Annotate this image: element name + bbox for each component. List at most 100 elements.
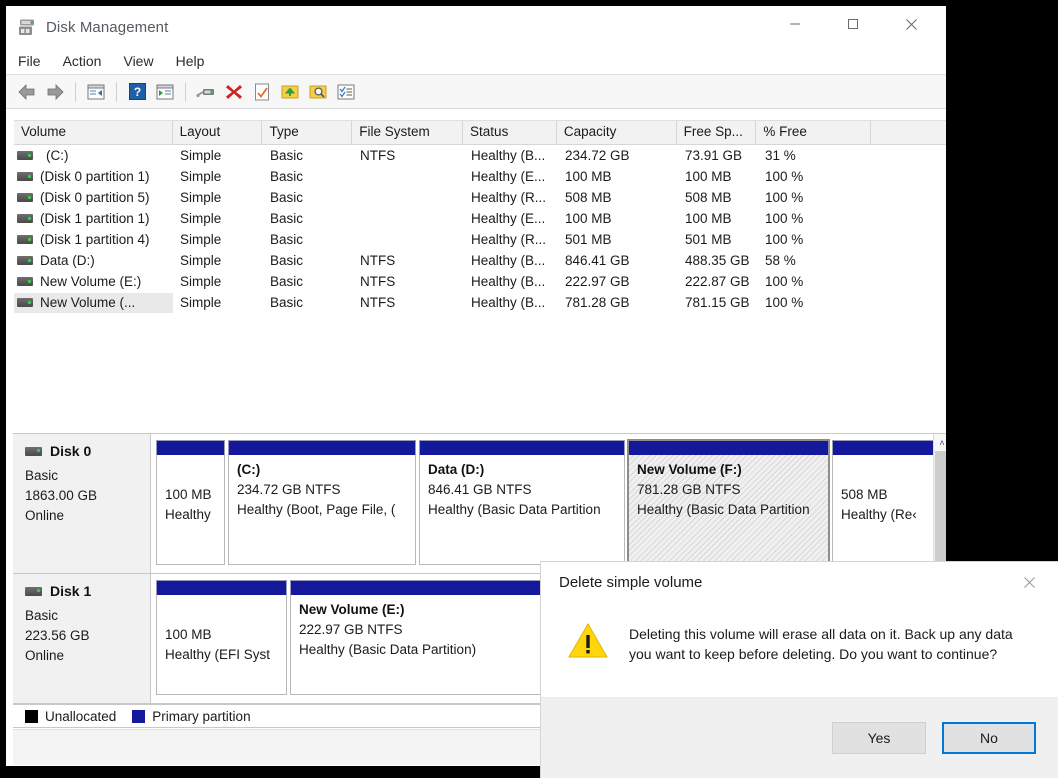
yes-button[interactable]: Yes — [832, 722, 926, 754]
partition-block[interactable]: 100 MB Healthy (EFI Syst — [156, 580, 287, 695]
toolbar-separator — [185, 81, 186, 102]
partition-block[interactable]: New Volume (E:) 222.97 GB NTFS Healthy (Ba… — [290, 580, 544, 695]
volume-cell-volume: (Disk 0 partition 5) — [14, 188, 173, 208]
disk-name: Disk 0 — [50, 443, 92, 459]
red-x-icon[interactable] — [221, 79, 247, 105]
partition-details: (C:) 234.72 GB NTFS Healthy (Boot, Page Fi… — [228, 455, 416, 565]
volume-cell-percent-free: 100 % — [765, 232, 804, 247]
column-header-volume[interactable]: Volume — [14, 121, 173, 144]
volume-row[interactable]: (Disk 0 partition 1) Simple Basic Healthy (… — [14, 166, 946, 187]
partition-status: Healthy (Basic Data Partition — [637, 502, 810, 517]
partition-size-fs: 781.28 GB NTFS — [637, 482, 741, 497]
volume-cell-file-system: NTFS — [360, 274, 396, 289]
dialog-title-bar: Delete simple volume — [541, 562, 1058, 608]
volume-cell-status: Healthy (B... — [471, 148, 546, 163]
volume-list-header: Volume Layout Type File System Status Ca… — [14, 120, 946, 145]
volume-list[interactable]: Volume Layout Type File System Status Ca… — [13, 119, 946, 431]
volume-cell-layout: Simple — [180, 169, 222, 184]
partition-block[interactable]: (C:) 234.72 GB NTFS Healthy (Boot, Page Fi… — [228, 440, 416, 565]
volume-label: (Disk 0 partition 5) — [40, 190, 150, 205]
back-button[interactable] — [14, 79, 40, 105]
disk-drive-icon — [18, 19, 38, 36]
question-mark-icon[interactable]: ? — [124, 79, 150, 105]
column-header-percent-free[interactable]: % Free — [756, 121, 872, 144]
yellow-folder-up-icon[interactable] — [277, 79, 303, 105]
volume-cell-volume: Data (D:) — [14, 251, 173, 271]
partition-block[interactable]: New Volume (F:) 781.28 GB NTFS Healthy (Ba… — [627, 439, 830, 566]
menu-item-file[interactable]: File — [18, 51, 53, 71]
maximize-button[interactable] — [830, 6, 876, 42]
checked-page-icon[interactable] — [249, 79, 275, 105]
volume-row[interactable]: New Volume (E:) Simple Basic NTFS Healthy (B… — [14, 271, 946, 292]
volume-cell-volume: (C:) — [14, 146, 173, 166]
console-tree-icon[interactable] — [83, 79, 109, 105]
column-header-file-system[interactable]: File System — [352, 121, 464, 144]
volume-row[interactable]: Data (D:) Simple Basic NTFS Healthy (B... 846… — [14, 250, 946, 271]
volume-cell-layout: Simple — [180, 253, 222, 268]
disk-state: Online — [25, 648, 65, 663]
partition-details: New Volume (F:) 781.28 GB NTFS Healthy (Ba… — [628, 455, 829, 565]
volume-row[interactable]: (Disk 1 partition 1) Simple Basic Healthy (… — [14, 208, 946, 229]
volume-cell-status: Healthy (B... — [471, 274, 546, 289]
volume-cell-layout: Simple — [180, 295, 222, 310]
menu-item-view[interactable]: View — [123, 51, 165, 71]
volume-label: (Disk 1 partition 4) — [40, 232, 150, 247]
partition-color-bar — [419, 440, 625, 455]
partition-block[interactable]: 100 MB Healthy — [156, 440, 225, 565]
volume-label: (Disk 1 partition 1) — [40, 211, 150, 226]
screen: Disk Management File Action View Help ? … — [0, 0, 1058, 778]
volume-disk-icon — [17, 172, 33, 181]
volume-disk-icon — [17, 235, 33, 244]
volume-cell-volume: (Disk 1 partition 1) — [14, 209, 173, 229]
forward-button[interactable] — [42, 79, 68, 105]
volume-cell-status: Healthy (B... — [471, 253, 546, 268]
disk-info-panel[interactable]: Disk 0 Basic 1863.00 GB Online — [13, 434, 151, 573]
menu-item-action[interactable]: Action — [63, 51, 114, 71]
volume-cell-percent-free: 100 % — [765, 190, 804, 205]
disk-name: Disk 1 — [50, 583, 92, 599]
disk-partition-strip: 100 MB Healthy (C:) 234.72 GB NTFS Healthy (… — [151, 434, 946, 573]
action-pane-icon[interactable] — [152, 79, 178, 105]
volume-cell-volume: (Disk 1 partition 4) — [14, 230, 173, 250]
volume-label: (C:) — [46, 148, 69, 163]
disk-info-panel[interactable]: Disk 1 Basic 223.56 GB Online — [13, 574, 151, 703]
volume-cell-free-space: 100 MB — [685, 211, 732, 226]
partition-title: (C:) — [237, 462, 261, 477]
folder-magnifier-icon[interactable] — [305, 79, 331, 105]
volume-cell-free-space: 781.15 GB — [685, 295, 750, 310]
volume-cell-capacity: 781.28 GB — [565, 295, 630, 310]
column-header-free-space[interactable]: Free Sp... — [676, 121, 757, 144]
volume-row[interactable]: (C:) Simple Basic NTFS Healthy (B... 234.72 G… — [14, 145, 946, 166]
column-header-type[interactable]: Type — [262, 121, 353, 144]
minimize-button[interactable] — [772, 6, 818, 42]
volume-cell-status: Healthy (E... — [471, 169, 546, 184]
rescan-disks-icon[interactable] — [193, 79, 219, 105]
partition-details: Data (D:) 846.41 GB NTFS Healthy (Basic Da… — [419, 455, 625, 565]
partition-title: New Volume (F:) — [637, 462, 742, 477]
column-header-status[interactable]: Status — [463, 121, 557, 144]
volume-row[interactable]: (Disk 1 partition 4) Simple Basic Healthy (… — [14, 229, 946, 250]
disk-drive-icon — [25, 586, 42, 596]
no-button[interactable]: No — [942, 722, 1036, 754]
column-header-blank[interactable] — [871, 121, 946, 144]
svg-text:?: ? — [133, 85, 140, 99]
volume-cell-file-system: NTFS — [360, 295, 396, 310]
disk-drive-icon — [25, 446, 42, 456]
volume-cell-free-space: 73.91 GB — [685, 148, 743, 163]
column-header-capacity[interactable]: Capacity — [556, 121, 677, 144]
partition-block[interactable]: 508 MB Healthy (Re‹ — [832, 440, 937, 565]
partition-block[interactable]: Data (D:) 846.41 GB NTFS Healthy (Basic Da… — [419, 440, 625, 565]
scroll-up-arrow-icon[interactable]: ˄ — [934, 434, 946, 451]
dialog-close-icon[interactable] — [1008, 566, 1050, 598]
scrollbar-thumb[interactable] — [935, 451, 946, 579]
column-header-layout[interactable]: Layout — [172, 121, 263, 144]
volume-row[interactable]: New Volume (... Simple Basic NTFS Healthy (B… — [14, 292, 946, 313]
disk-size: 223.56 GB — [25, 628, 90, 643]
volume-row[interactable]: (Disk 0 partition 5) Simple Basic Healthy (… — [14, 187, 946, 208]
close-button[interactable] — [888, 6, 934, 42]
delete-simple-volume-dialog: Delete simple volume Deleting this volum… — [541, 562, 1058, 778]
checklist-icon[interactable] — [333, 79, 359, 105]
legend-item-primary-partition: Primary partition — [132, 709, 251, 724]
volume-cell-capacity: 100 MB — [565, 169, 612, 184]
menu-item-help[interactable]: Help — [176, 51, 217, 71]
